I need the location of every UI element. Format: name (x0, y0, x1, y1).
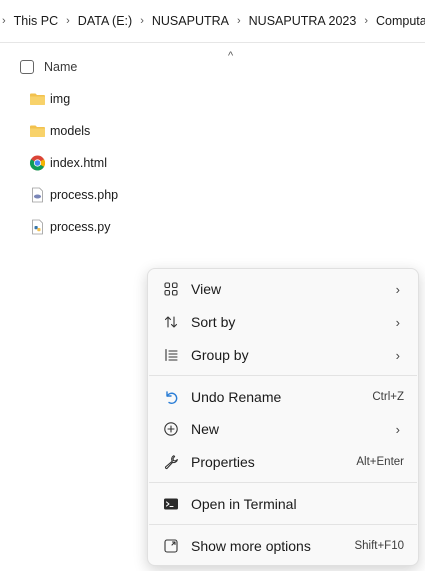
breadcrumb: › This PC › DATA (E:) › NUSAPUTRA › NUSA… (0, 0, 425, 43)
undo-icon (162, 388, 180, 406)
breadcrumb-item-this-pc[interactable]: This PC (10, 14, 62, 28)
shortcut-label: Alt+Enter (356, 456, 404, 468)
sort-icon (162, 313, 180, 331)
menu-divider (149, 524, 417, 525)
menu-divider (149, 482, 417, 483)
list-item[interactable]: process.py (0, 212, 300, 242)
php-file-icon (29, 187, 46, 203)
menu-item-properties[interactable]: Properties Alt+Enter (152, 447, 414, 477)
file-name: models (50, 124, 91, 138)
chevron-right-icon: › (395, 347, 400, 363)
menu-item-label: Undo Rename (191, 389, 282, 405)
list-item[interactable]: process.php (0, 180, 300, 210)
list-item[interactable]: models (0, 116, 300, 146)
shortcut-label: Shift+F10 (354, 540, 404, 552)
file-name: index.html (50, 156, 107, 170)
chevron-right-icon: › (395, 421, 400, 437)
file-name: img (50, 92, 71, 106)
menu-item-label: Show more options (191, 538, 311, 554)
breadcrumb-separator: › (2, 15, 6, 27)
menu-item-sort-by[interactable]: Sort by › (152, 307, 414, 337)
chevron-right-icon: › (395, 314, 400, 330)
folder-icon (29, 91, 46, 107)
list-item[interactable]: img (0, 84, 300, 114)
menu-item-label: New (191, 421, 220, 437)
context-menu: View › Sort by › Group by › Undo Rename … (147, 268, 419, 566)
name-column-header[interactable]: Name (44, 60, 77, 74)
expand-icon (162, 537, 180, 555)
breadcrumb-item-computation[interactable]: Computatio (372, 14, 425, 28)
breadcrumb-separator: › (66, 15, 70, 27)
breadcrumb-item-nusaputra-2023[interactable]: NUSAPUTRA 2023 (245, 14, 361, 28)
terminal-icon (162, 495, 180, 513)
breadcrumb-item-data-drive[interactable]: DATA (E:) (74, 14, 136, 28)
python-file-icon (29, 219, 46, 235)
menu-item-new[interactable]: New › (152, 414, 414, 444)
menu-item-show-more-options[interactable]: Show more options Shift+F10 (152, 531, 414, 561)
list-item[interactable]: index.html (0, 148, 300, 178)
menu-item-label: Group by (191, 347, 249, 363)
menu-item-label: Open in Terminal (191, 496, 297, 512)
shortcut-label: Ctrl+Z (372, 391, 404, 403)
wrench-icon (162, 453, 180, 471)
select-all-checkbox[interactable] (20, 60, 34, 74)
menu-item-undo-rename[interactable]: Undo Rename Ctrl+Z (152, 382, 414, 412)
sort-indicator-icon: ^ (228, 50, 234, 62)
chevron-right-icon: › (395, 281, 400, 297)
group-list-icon (162, 346, 180, 364)
file-name: process.php (50, 188, 119, 202)
plus-circle-icon (162, 420, 180, 438)
menu-item-open-in-terminal[interactable]: Open in Terminal (152, 489, 414, 519)
folder-icon (29, 123, 46, 139)
file-name: process.py (50, 220, 111, 234)
grid-view-icon (162, 280, 180, 298)
menu-item-view[interactable]: View › (152, 274, 414, 304)
menu-item-label: View (191, 281, 222, 297)
breadcrumb-separator: › (236, 15, 241, 27)
breadcrumb-separator: › (140, 15, 144, 27)
menu-item-label: Sort by (191, 314, 236, 330)
chrome-icon (29, 155, 46, 171)
menu-item-group-by[interactable]: Group by › (152, 340, 414, 370)
breadcrumb-item-nusaputra[interactable]: NUSAPUTRA (148, 14, 233, 28)
menu-item-label: Properties (191, 454, 255, 470)
breadcrumb-separator: › (364, 15, 368, 27)
menu-divider (149, 375, 417, 376)
